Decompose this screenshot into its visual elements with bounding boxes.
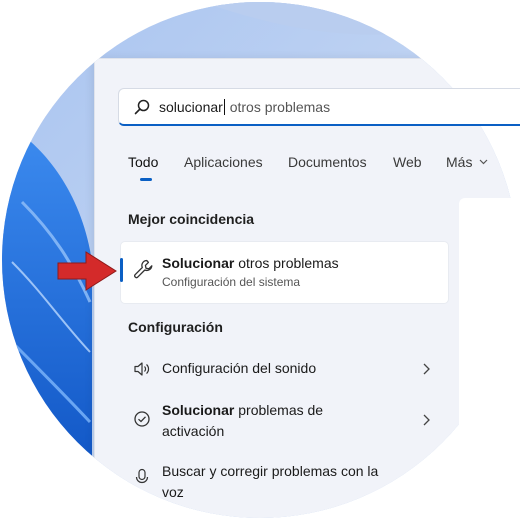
activation-line2: activación — [162, 423, 225, 439]
voice-line2: voz — [162, 484, 184, 500]
best-match-title: Solucionar otros problemas — [162, 255, 339, 271]
settings-item-sound[interactable]: Configuración del sonido — [162, 358, 316, 379]
tab-mas-label: Más — [446, 154, 473, 170]
best-match-title-rest: otros problemas — [234, 255, 339, 271]
chevron-down-icon — [479, 159, 488, 165]
text-caret — [223, 99, 225, 115]
activation-line1: problemas de — [234, 402, 324, 418]
screenshot-stage: solucionar otros problemas Todo Aplicaci… — [0, 0, 520, 520]
speaker-icon — [134, 362, 150, 376]
best-match-subtitle: Configuración del sistema — [162, 275, 301, 289]
search-suggestion-text: otros problemas — [225, 99, 331, 115]
tab-todo[interactable]: Todo — [128, 154, 158, 170]
tab-mas[interactable]: Más — [446, 154, 488, 170]
microphone-icon — [135, 468, 149, 484]
check-circle-icon — [134, 411, 150, 427]
search-typed-text: solucionar — [159, 99, 223, 115]
preview-pane — [459, 198, 520, 520]
tab-aplicaciones[interactable]: Aplicaciones — [184, 154, 263, 170]
settings-item-activation[interactable]: Solucionar problemas de activación — [162, 400, 323, 442]
best-match-heading: Mejor coincidencia — [128, 211, 255, 227]
tab-documentos[interactable]: Documentos — [288, 154, 367, 170]
best-match-title-bold: Solucionar — [162, 255, 235, 271]
search-input[interactable]: solucionar otros problemas — [118, 88, 520, 126]
settings-heading: Configuración — [128, 319, 223, 335]
selection-indicator — [120, 258, 123, 282]
settings-item-voice[interactable]: Buscar y corregir problemas con la voz — [162, 461, 378, 503]
active-tab-indicator — [140, 178, 152, 181]
red-arrow-annotation — [57, 251, 117, 291]
activation-bold: Solucionar — [162, 402, 235, 418]
chevron-right-icon — [423, 414, 430, 426]
search-query: solucionar otros problemas — [159, 99, 330, 115]
chevron-right-icon — [423, 363, 430, 375]
best-match-result[interactable] — [121, 242, 448, 303]
tab-web[interactable]: Web — [393, 154, 422, 170]
voice-line1: Buscar y corregir problemas con la — [162, 463, 379, 479]
wrench-icon — [134, 259, 153, 279]
search-icon — [134, 99, 150, 115]
